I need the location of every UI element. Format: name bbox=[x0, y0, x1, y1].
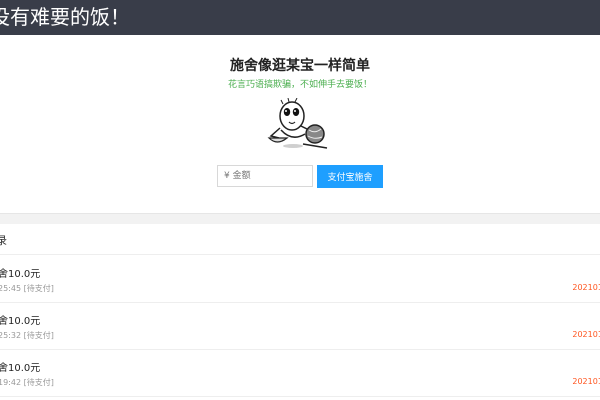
record-status: [待支付] bbox=[23, 331, 54, 340]
list-item[interactable]: 舍10.0元 19:42 [待支付] 2021010 bbox=[0, 349, 600, 397]
list-item[interactable]: 舍10.0元 25:32 [待支付] 2021010 bbox=[0, 302, 600, 350]
record-date: 2021010 bbox=[572, 330, 600, 339]
record-name: 舍10.0元 bbox=[0, 269, 41, 280]
record-date: 2021010 bbox=[572, 283, 600, 292]
record-meta: 25:45 [待支付] bbox=[0, 283, 54, 294]
beggar-bowl-icon bbox=[267, 98, 328, 149]
record-name: 舍10.0元 bbox=[0, 316, 41, 327]
list-item[interactable]: 舍10.0元 25:45 [待支付] 2021010 bbox=[0, 255, 600, 303]
records-title: 录 bbox=[0, 234, 7, 247]
record-time: 19:42 bbox=[0, 378, 22, 387]
amount-input[interactable] bbox=[217, 165, 313, 187]
record-status: [待支付] bbox=[23, 284, 54, 293]
record-meta: 25:32 [待支付] bbox=[0, 330, 54, 341]
alipay-donate-button[interactable]: 支付宝施舍 bbox=[317, 165, 383, 188]
donate-heading: 施舍像逛某宝一样简单 bbox=[230, 58, 370, 74]
record-name: 舍10.0元 bbox=[0, 363, 41, 374]
records-section: 录 舍10.0元 25:45 [待支付] 2021010 舍10.0元 25:3… bbox=[0, 224, 600, 400]
record-time: 25:45 bbox=[0, 284, 22, 293]
record-meta: 19:42 [待支付] bbox=[0, 377, 54, 388]
record-status: [待支付] bbox=[23, 378, 54, 387]
site-title: 没有难要的饭！ bbox=[0, 5, 130, 29]
record-time: 25:32 bbox=[0, 331, 22, 340]
donate-subheading: 花言巧语搞欺骗，不如伸手去要饭！ bbox=[227, 80, 372, 90]
section-divider bbox=[0, 213, 600, 224]
donate-panel: 施舍像逛某宝一样简单 花言巧语搞欺骗，不如伸手去要饭！ 支付宝施舍 bbox=[0, 35, 600, 215]
record-date: 2021010 bbox=[572, 377, 600, 386]
top-bar: 没有难要的饭！ bbox=[0, 0, 600, 35]
